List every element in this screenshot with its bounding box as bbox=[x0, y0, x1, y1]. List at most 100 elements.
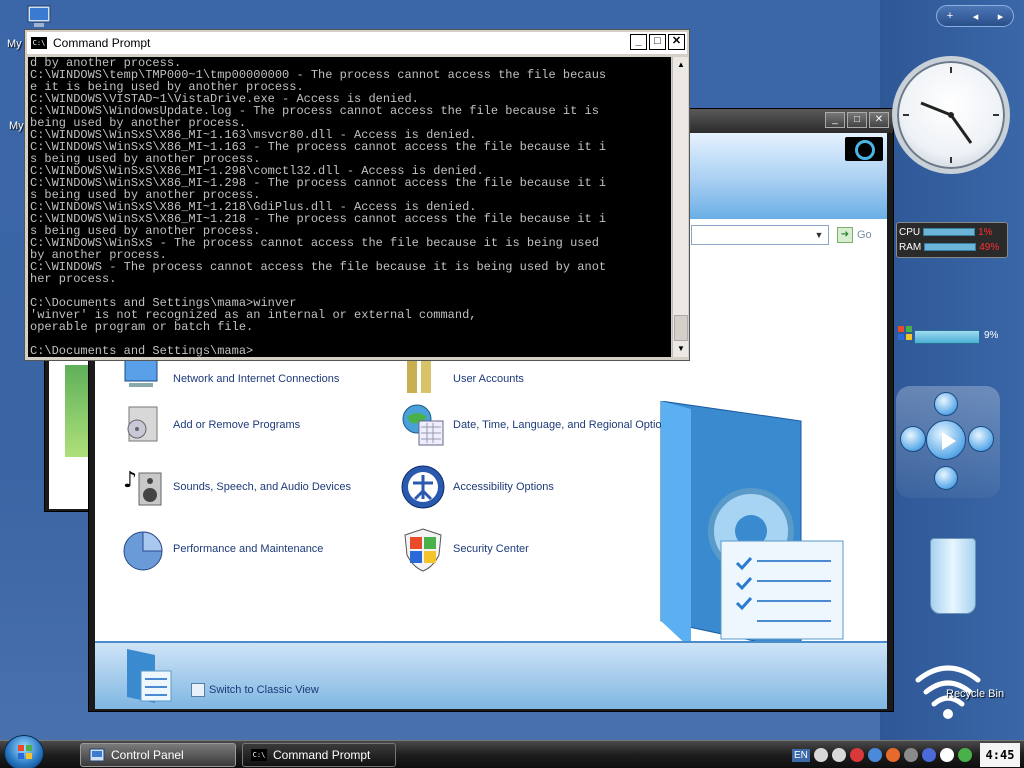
cmd-icon: C:\ bbox=[251, 749, 267, 761]
pie-chart-icon bbox=[119, 525, 167, 573]
go-label: Go bbox=[857, 229, 872, 241]
taskbar-button-command-prompt[interactable]: C:\ Command Prompt bbox=[242, 743, 396, 767]
background-window[interactable] bbox=[44, 340, 94, 512]
next-gadget-button[interactable]: ▸ bbox=[998, 10, 1004, 23]
category-label[interactable]: Performance and Maintenance bbox=[173, 543, 323, 555]
category-network[interactable]: Network and Internet Connections bbox=[119, 355, 339, 403]
go-button[interactable]: ➜ Go bbox=[837, 225, 883, 245]
control-panel-icon bbox=[89, 748, 105, 762]
clock-gadget[interactable] bbox=[892, 56, 1010, 174]
console-line: operable program or batch file. bbox=[30, 320, 254, 334]
taskbar-button-label: Command Prompt bbox=[273, 748, 371, 762]
category-add-remove-programs[interactable]: Add or Remove Programs bbox=[119, 401, 300, 449]
tray-icon[interactable] bbox=[903, 748, 918, 762]
minimize-button[interactable]: _ bbox=[825, 112, 845, 128]
desktop-icon-label: My bbox=[7, 38, 22, 50]
play-icon bbox=[942, 432, 956, 450]
category-security-center[interactable]: Security Center bbox=[399, 525, 529, 573]
repeat-button[interactable] bbox=[934, 392, 958, 416]
window-title: Command Prompt bbox=[53, 36, 151, 50]
wifi-strength-gadget[interactable]: 9% bbox=[896, 322, 1008, 352]
ram-row: RAM 49% bbox=[899, 241, 999, 253]
category-user-accounts[interactable]: User Accounts bbox=[399, 355, 524, 403]
switch-to-classic-view-link[interactable]: Switch to Classic View bbox=[191, 683, 319, 697]
category-sounds[interactable]: ♪ Sounds, Speech, and Audio Devices bbox=[119, 463, 351, 511]
previous-track-button[interactable] bbox=[900, 426, 926, 452]
scroll-thumb[interactable] bbox=[674, 315, 688, 341]
tray-icon[interactable] bbox=[813, 748, 828, 762]
command-prompt-window[interactable]: C:\ Command Prompt _ □ ✕ d by another pr… bbox=[24, 29, 690, 361]
recycle-bin-gadget[interactable] bbox=[920, 538, 984, 620]
scroll-up-button[interactable]: ▲ bbox=[674, 58, 688, 72]
clock-face-icon bbox=[903, 67, 999, 163]
control-panel-folder-illustration bbox=[651, 400, 851, 652]
wifi-bar bbox=[914, 330, 980, 344]
category-label[interactable]: Accessibility Options bbox=[453, 481, 554, 493]
taskbar-button-label: Control Panel bbox=[111, 748, 184, 762]
download-icon[interactable] bbox=[921, 748, 936, 762]
arrow-right-icon: ➜ bbox=[837, 227, 853, 243]
category-date-time[interactable]: Date, Time, Language, and Regional Optio… bbox=[399, 401, 673, 449]
stop-button[interactable] bbox=[934, 466, 958, 490]
console-line: C:\WINDOWS - The process cannot access t… bbox=[30, 260, 607, 274]
security-shield-icon[interactable] bbox=[849, 748, 864, 762]
minimize-button[interactable]: _ bbox=[630, 34, 647, 50]
cpu-ram-meter-gadget[interactable]: CPU 1% RAM 49% bbox=[896, 222, 1008, 258]
wireless-signal-icon bbox=[912, 650, 984, 724]
category-label[interactable]: Date, Time, Language, and Regional Optio… bbox=[453, 419, 673, 431]
network-status-icon[interactable] bbox=[957, 748, 972, 762]
desktop-icon-label: My bbox=[9, 120, 24, 132]
windows-flag-icon bbox=[898, 326, 912, 340]
language-indicator[interactable]: EN bbox=[792, 748, 810, 762]
users-icon bbox=[399, 355, 447, 403]
vertical-scrollbar[interactable]: ▲ ▼ bbox=[672, 57, 688, 357]
windows-logo-icon bbox=[845, 137, 883, 161]
scroll-down-button[interactable]: ▼ bbox=[674, 342, 688, 356]
category-performance[interactable]: Performance and Maintenance bbox=[119, 525, 323, 573]
close-button[interactable]: ✕ bbox=[869, 112, 889, 128]
console-output[interactable]: d by another process. C:\WINDOWS\temp\TMP… bbox=[28, 57, 671, 357]
category-label[interactable]: Add or Remove Programs bbox=[173, 419, 300, 431]
prev-gadget-button[interactable]: ◂ bbox=[973, 10, 979, 23]
command-prompt-titlebar[interactable]: C:\ Command Prompt _ □ ✕ bbox=[27, 32, 687, 54]
maximize-button[interactable]: □ bbox=[847, 112, 867, 128]
tray-icon[interactable] bbox=[831, 748, 846, 762]
window-controls: _ □ ✕ bbox=[825, 112, 889, 128]
wifi-value: 9% bbox=[984, 330, 999, 341]
category-accessibility[interactable]: Accessibility Options bbox=[399, 463, 554, 511]
cpu-row: CPU 1% bbox=[899, 226, 993, 238]
classic-view-label[interactable]: Switch to Classic View bbox=[209, 684, 319, 696]
cpu-value: 1% bbox=[978, 226, 993, 238]
taskbar: Control Panel C:\ Command Prompt EN 4:45 bbox=[0, 735, 1024, 768]
speaker-icon: ♪ bbox=[119, 463, 167, 511]
close-button[interactable]: ✕ bbox=[668, 34, 685, 50]
start-button[interactable] bbox=[4, 735, 44, 768]
console-line: C:\Documents and Settings\mama> bbox=[30, 344, 254, 357]
control-panel-footer: Switch to Classic View bbox=[95, 641, 887, 709]
category-label[interactable]: Security Center bbox=[453, 543, 529, 555]
svg-text:♪: ♪ bbox=[123, 468, 137, 493]
tray-icon[interactable] bbox=[885, 748, 900, 762]
computer-icon bbox=[27, 5, 51, 27]
next-track-button[interactable] bbox=[968, 426, 994, 452]
cpu-bar bbox=[923, 228, 976, 236]
add-gadget-button[interactable]: + bbox=[947, 10, 953, 22]
cpu-label: CPU bbox=[899, 226, 921, 238]
chevron-down-icon[interactable]: ▼ bbox=[812, 228, 826, 242]
taskbar-button-control-panel[interactable]: Control Panel bbox=[80, 743, 236, 767]
category-label[interactable]: Network and Internet Connections bbox=[173, 373, 339, 385]
volume-icon[interactable] bbox=[939, 748, 954, 762]
cmd-icon: C:\ bbox=[31, 37, 47, 49]
programs-icon bbox=[119, 401, 167, 449]
category-label[interactable]: User Accounts bbox=[453, 373, 524, 385]
address-bar[interactable]: ▼ bbox=[691, 225, 829, 245]
ram-bar bbox=[924, 243, 977, 251]
tray-icon[interactable] bbox=[867, 748, 882, 762]
recycle-bin-label[interactable]: Recycle Bin bbox=[946, 688, 1004, 700]
category-label[interactable]: Sounds, Speech, and Audio Devices bbox=[173, 481, 351, 493]
maximize-button[interactable]: □ bbox=[649, 34, 666, 50]
play-button[interactable] bbox=[926, 420, 966, 460]
classic-view-icon bbox=[191, 683, 205, 697]
media-player-gadget[interactable] bbox=[896, 386, 1000, 498]
taskbar-clock[interactable]: 4:45 bbox=[980, 743, 1020, 767]
